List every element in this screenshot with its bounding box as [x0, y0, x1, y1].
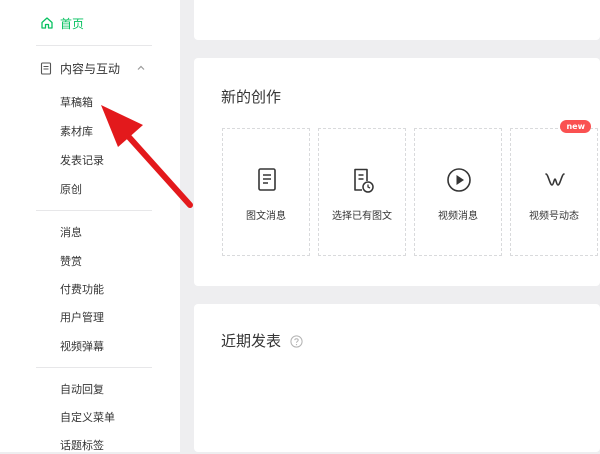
home-icon [41, 17, 53, 29]
sidebar-group-content[interactable]: 内容与互动 [40, 59, 152, 77]
tile-existing-article-label: 选择已有图文 [332, 211, 392, 222]
tile-article[interactable]: 图文消息 [222, 128, 310, 256]
sidebar-divider [36, 210, 152, 211]
new-creation-card: 新的创作 图文消息 选择已有图文 视频消息 new 视频号动态 [194, 58, 600, 286]
sidebar-item-auto-reply[interactable]: 自动回复 [60, 382, 104, 398]
sidebar-item-appreciation[interactable]: 赞赏 [60, 254, 82, 270]
tile-article-label: 图文消息 [246, 211, 286, 222]
new-badge: new [560, 120, 591, 133]
sidebar-item-custom-menu[interactable]: 自定义菜单 [60, 410, 115, 426]
tile-channels-post[interactable]: new 视频号动态 [510, 120, 598, 256]
sidebar-item-original[interactable]: 原创 [60, 182, 82, 198]
sidebar-item-drafts[interactable]: 草稿箱 [60, 95, 93, 111]
sidebar-divider [36, 45, 152, 46]
sidebar-divider [36, 367, 152, 368]
sidebar-item-materials[interactable]: 素材库 [60, 124, 93, 140]
sidebar-item-paid-features[interactable]: 付费功能 [60, 282, 104, 298]
help-icon[interactable] [290, 335, 303, 348]
top-card [194, 0, 600, 40]
recent-posts-title: 近期发表 [221, 332, 282, 350]
sidebar-item-video-danmaku[interactable]: 视频弹幕 [60, 339, 104, 355]
new-creation-title: 新的创作 [221, 88, 282, 106]
document-icon [258, 168, 276, 191]
tile-video-message[interactable]: 视频消息 [414, 128, 502, 256]
sidebar-item-user-management[interactable]: 用户管理 [60, 310, 104, 326]
chevron-up-icon[interactable] [136, 63, 146, 73]
sidebar-item-publish-records[interactable]: 发表记录 [60, 153, 104, 169]
recent-posts-card: 近期发表 [194, 304, 600, 452]
sidebar-group-label: 内容与互动 [60, 61, 121, 76]
sidebar: 首页 内容与互动 草稿箱 素材库 发表记录 原创 消息 赞赏 付费功能 用户管理… [0, 0, 180, 452]
sidebar-item-home-label: 首页 [60, 16, 85, 31]
sidebar-item-messages[interactable]: 消息 [60, 225, 82, 241]
channels-icon [545, 173, 565, 186]
tile-existing-article[interactable]: 选择已有图文 [318, 128, 406, 256]
tile-channels-post-label: 视频号动态 [529, 211, 579, 222]
document-icon [40, 61, 52, 75]
recent-posts-header: 近期发表 [221, 330, 303, 351]
sidebar-item-home[interactable]: 首页 [40, 14, 84, 32]
tile-video-message-label: 视频消息 [438, 211, 478, 222]
play-circle-icon [447, 168, 471, 192]
document-history-icon [354, 168, 374, 193]
